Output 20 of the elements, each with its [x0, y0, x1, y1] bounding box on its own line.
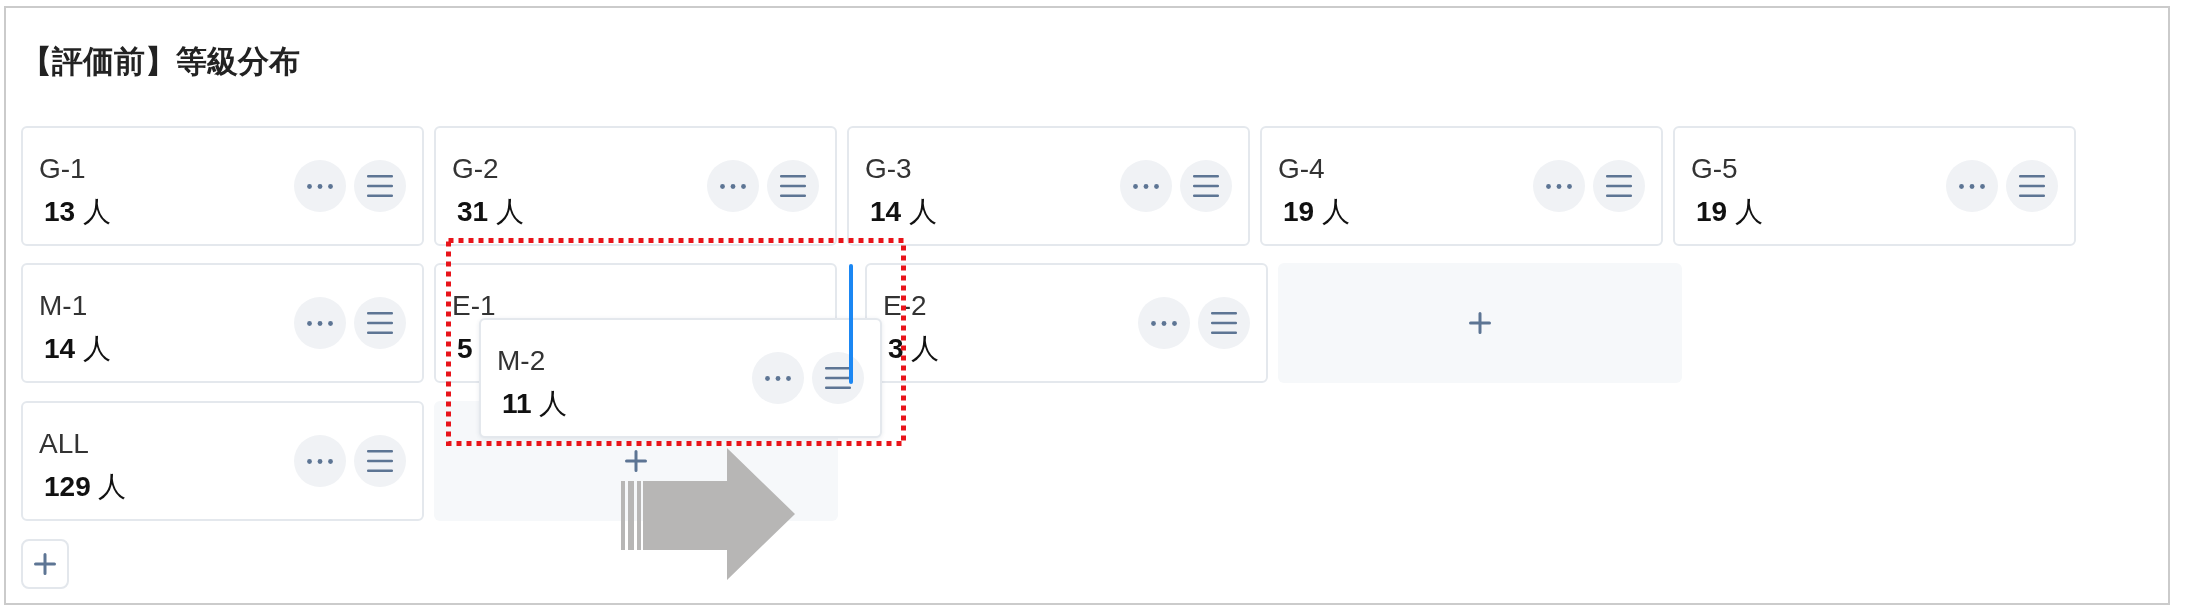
member-count: 3 人 — [887, 332, 940, 366]
panel-title: 【評価前】等級分布 — [21, 42, 300, 81]
member-count: 31 人 — [456, 195, 524, 229]
grade-name: G-2 — [452, 152, 499, 186]
member-count: 13 人 — [43, 195, 111, 229]
member-count: 5 — [456, 332, 473, 366]
grade-name: M-1 — [39, 289, 88, 323]
grade-name: G-1 — [39, 152, 86, 186]
grade-name: ALL — [39, 427, 89, 461]
member-count: 11 人 — [501, 387, 568, 421]
member-count: 19 人 — [1695, 195, 1763, 229]
member-count: 19 人 — [1282, 195, 1350, 229]
grade-name: E-2 — [883, 289, 927, 323]
member-count: 129 人 — [43, 470, 127, 504]
grade-name: M-2 — [497, 344, 546, 378]
grade-name: G-5 — [1691, 152, 1738, 186]
member-count: 14 人 — [869, 195, 937, 229]
grade-name: G-4 — [1278, 152, 1325, 186]
member-count: 14 人 — [43, 332, 111, 366]
grade-name: G-3 — [865, 152, 912, 186]
